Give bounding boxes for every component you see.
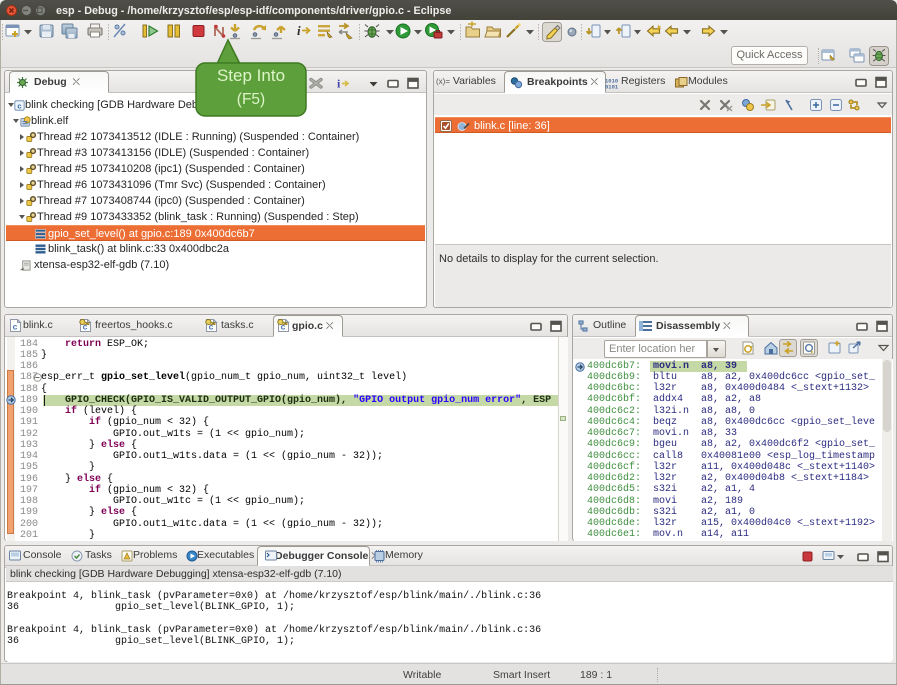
svg-text:0101: 0101: [605, 84, 618, 90]
svg-text:c: c: [17, 103, 22, 111]
svg-text:i: i: [337, 77, 341, 91]
svg-text:i: i: [297, 23, 301, 38]
